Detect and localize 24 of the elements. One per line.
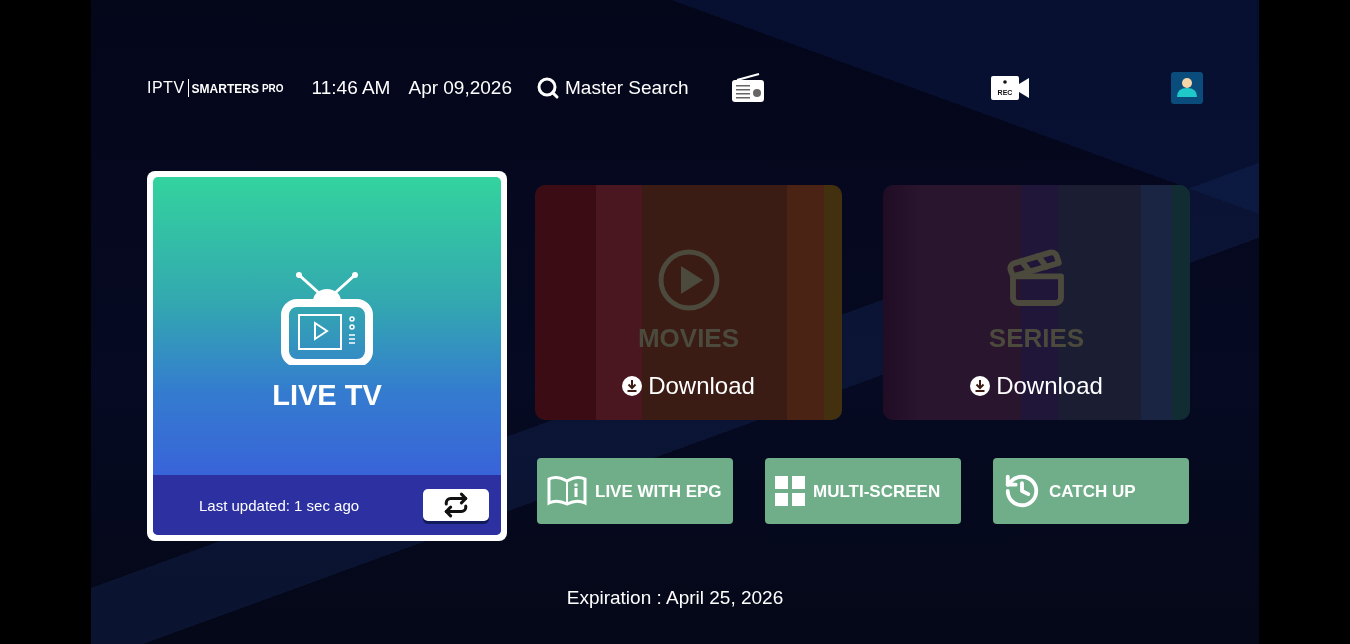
master-search-button[interactable]: Master Search — [536, 76, 689, 100]
clock-time: 11:46 AM — [311, 77, 391, 99]
avatar-icon[interactable] — [1171, 72, 1203, 104]
last-updated-text: Last updated: 1 sec ago — [199, 496, 360, 514]
logo-text: SMARTERS — [191, 81, 259, 97]
download-icon — [622, 376, 643, 396]
live-tv-card[interactable]: LIVE TV Last updated: 1 sec ago — [147, 171, 507, 541]
radio-icon[interactable] — [730, 73, 765, 103]
refresh-button[interactable] — [423, 489, 489, 521]
download-icon — [970, 376, 991, 396]
repeat-icon — [443, 492, 469, 518]
expiration-text: Expiration : April 25, 2026 — [566, 587, 784, 609]
play-circle-icon — [657, 249, 720, 311]
tile-title: LIVE TV — [272, 378, 382, 412]
search-icon — [536, 76, 560, 100]
history-icon — [1003, 472, 1041, 510]
logo-text: IPTV — [147, 79, 189, 97]
download-button[interactable]: Download — [970, 372, 1103, 400]
logo-text: PRO — [261, 82, 284, 96]
tv-icon — [281, 270, 373, 365]
date-text: Apr 09,2026 — [408, 77, 512, 99]
grid-icon — [775, 476, 805, 506]
download-button[interactable]: Download — [622, 372, 755, 400]
book-info-icon — [547, 475, 587, 507]
